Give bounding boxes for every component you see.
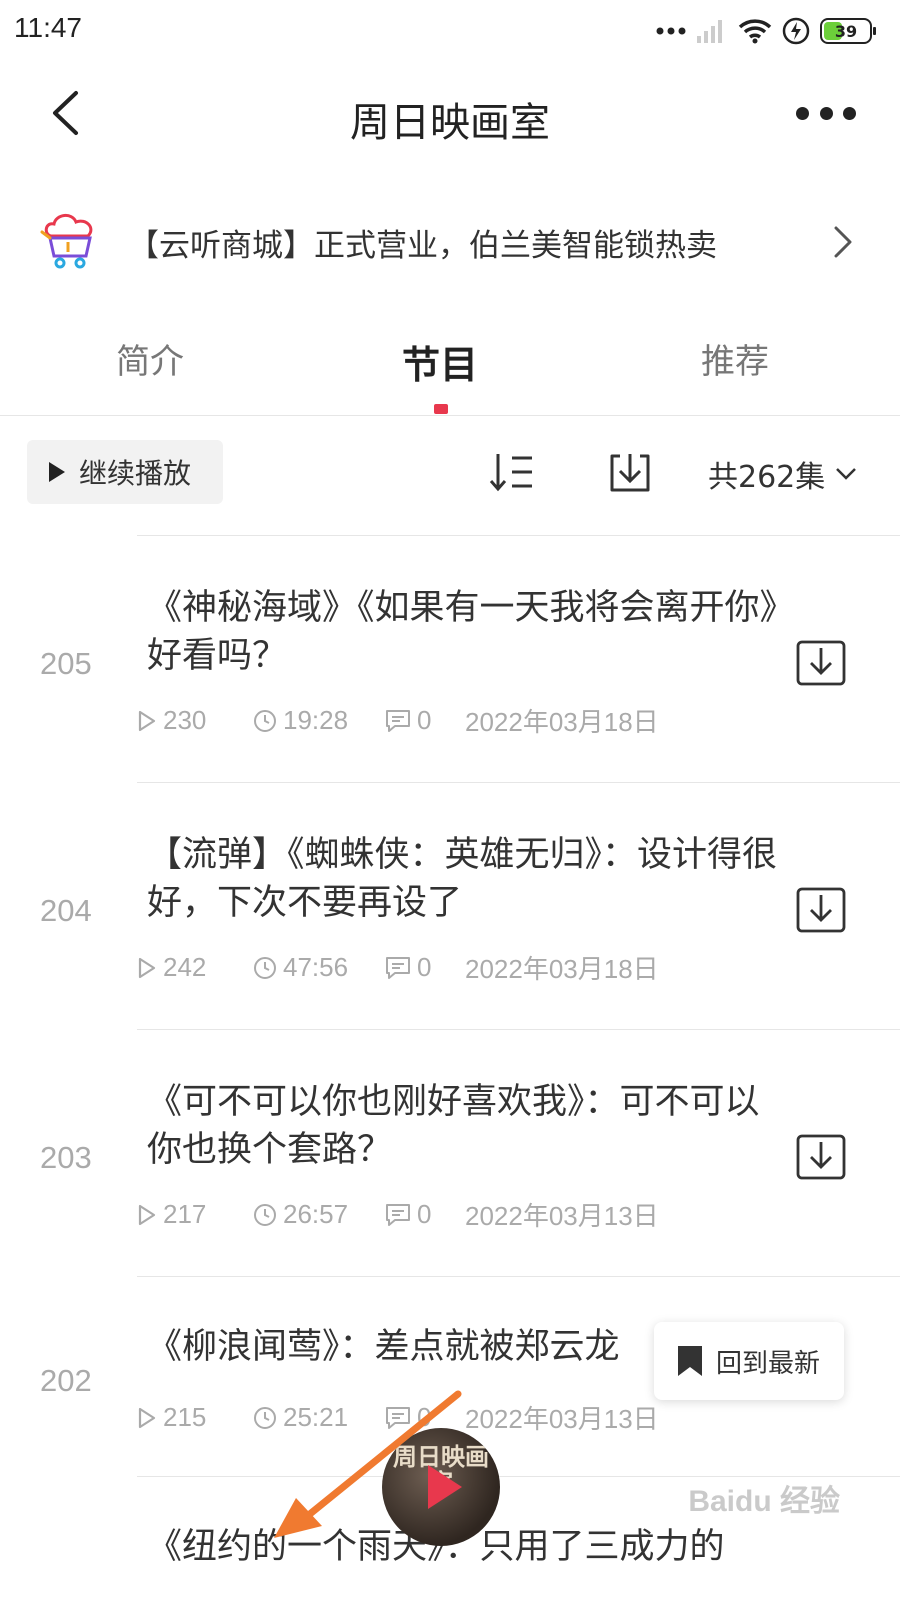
play-count: 215 — [137, 1402, 253, 1433]
episode-meta: 242 47:56 0 2022年03月18日 — [137, 949, 659, 986]
play-count: 242 — [137, 952, 253, 983]
comment-icon — [386, 1203, 410, 1226]
episode-date: 2022年03月13日 — [465, 1404, 659, 1434]
episode-date: 2022年03月18日 — [465, 954, 659, 984]
episode-meta: 215 25:21 0 2022年03月13日 — [137, 1399, 659, 1436]
promo-banner[interactable]: 【云听商城】正式营业，伯兰美智能锁热卖 — [0, 200, 900, 286]
episode-row[interactable]: 203 《可不可以你也刚好喜欢我》：可不可以你也换个套路？ 217 26:57 … — [40, 1029, 900, 1276]
shop-logo-icon — [40, 214, 93, 269]
episode-number: 205 — [40, 646, 92, 681]
clock-icon — [254, 709, 276, 732]
episode-number: 204 — [40, 893, 92, 928]
play-count-value: 242 — [163, 952, 207, 982]
more-dot — [843, 106, 856, 120]
list-toolbar: 继续播放 共262集 — [0, 440, 900, 506]
more-dot — [796, 106, 809, 120]
comment-count-value: 0 — [417, 705, 432, 735]
episode-row[interactable]: 204 【流弹】《蜘蛛侠：英雄无归》：设计得很好，下次不要再设了 242 47:… — [40, 782, 900, 1029]
play-count-icon — [138, 957, 156, 978]
continue-play-label: 继续播放 — [79, 457, 192, 490]
tab-bar: 简介 节目 推荐 — [0, 316, 900, 416]
episode-title: 《神秘海域》《如果有一天我将会离开你》好看吗？ — [147, 588, 778, 676]
duration: 26:57 — [253, 1199, 385, 1230]
comment-count: 0 — [385, 952, 465, 983]
back-to-latest-label: 回到最新 — [716, 1348, 821, 1379]
nav-bar: 周日映画室 — [0, 62, 900, 168]
download-icon[interactable] — [795, 1130, 847, 1182]
comment-count-value: 0 — [417, 1199, 432, 1229]
clock-icon — [254, 1406, 276, 1429]
download-icon[interactable] — [795, 883, 847, 935]
duration: 19:28 — [253, 705, 385, 736]
more-dot — [819, 106, 833, 120]
comment-count: 0 — [385, 1199, 465, 1230]
sort-icon[interactable] — [488, 450, 536, 494]
play-count-value: 215 — [163, 1402, 207, 1432]
back-to-latest-button[interactable]: 回到最新 — [654, 1322, 844, 1400]
episode-number: 202 — [40, 1363, 92, 1398]
episode-count-select[interactable]: 共262集 — [708, 452, 857, 496]
play-icon — [428, 1465, 462, 1509]
episode-title: 《可不可以你也刚好喜欢我》：可不可以你也换个套路？ — [147, 1082, 760, 1170]
duration: 47:56 — [253, 952, 385, 983]
play-count-icon — [138, 1204, 156, 1225]
comment-count: 0 — [385, 705, 465, 736]
comment-icon — [386, 1406, 410, 1429]
episode-date: 2022年03月13日 — [465, 1201, 659, 1231]
episode-meta: 217 26:57 0 2022年03月13日 — [137, 1196, 659, 1233]
episode-meta: 230 19:28 0 2022年03月18日 — [137, 702, 659, 739]
more-notifications-icon — [656, 27, 686, 35]
continue-play-button[interactable]: 继续播放 — [27, 440, 223, 504]
download-icon[interactable] — [795, 636, 847, 688]
charging-icon — [782, 17, 810, 45]
chevron-right-icon — [834, 226, 852, 258]
episode-count-label: 共262集 — [708, 460, 826, 495]
play-count-icon — [138, 710, 156, 731]
status-bar: 11:47 39 — [0, 0, 900, 62]
clock-icon — [254, 1203, 276, 1226]
status-time: 11:47 — [14, 12, 82, 43]
download-all-icon[interactable] — [606, 448, 654, 496]
comment-icon — [386, 709, 410, 732]
play-count: 230 — [137, 705, 253, 736]
tab-active-indicator — [434, 404, 448, 414]
comment-icon — [386, 956, 410, 979]
episode-date: 2022年03月18日 — [465, 707, 659, 737]
play-count: 217 — [137, 1199, 253, 1230]
duration-value: 47:56 — [283, 952, 349, 982]
page-title: 周日映画室 — [350, 100, 550, 146]
comment-count-value: 0 — [417, 952, 432, 982]
banner-text: 【云听商城】正式营业，伯兰美智能锁热卖 — [128, 228, 717, 264]
play-count-value: 230 — [163, 705, 207, 735]
wifi-icon — [738, 19, 772, 44]
duration-value: 26:57 — [283, 1199, 349, 1229]
play-icon — [49, 462, 65, 482]
tab-recommend[interactable]: 推荐 — [585, 334, 885, 383]
duration-value: 19:28 — [283, 705, 349, 735]
status-icons: 39 — [656, 14, 876, 48]
battery-level: 39 — [834, 21, 858, 41]
episode-row[interactable]: 205 《神秘海域》《如果有一天我将会离开你》好看吗？ 230 19:28 0 … — [40, 535, 900, 782]
chevron-down-icon — [836, 468, 857, 480]
duration: 25:21 — [253, 1402, 385, 1433]
play-count-icon — [138, 1407, 156, 1428]
episode-number: 203 — [40, 1140, 92, 1175]
tab-programs[interactable]: 节目 — [290, 334, 590, 389]
mini-player[interactable]: 周日映画室 — [382, 1428, 500, 1546]
duration-value: 25:21 — [283, 1402, 349, 1432]
battery-icon: 39 — [820, 18, 876, 44]
bookmark-icon — [678, 1346, 702, 1376]
tab-intro[interactable]: 简介 — [0, 334, 300, 383]
signal-icon — [697, 20, 722, 43]
clock-icon — [254, 956, 276, 979]
play-count-value: 217 — [163, 1199, 207, 1229]
watermark: Baidu 经验 — [688, 1485, 840, 1518]
episode-title: 【流弹】《蜘蛛侠：英雄无归》：设计得很好，下次不要再设了 — [147, 835, 778, 923]
more-button[interactable] — [796, 98, 856, 128]
